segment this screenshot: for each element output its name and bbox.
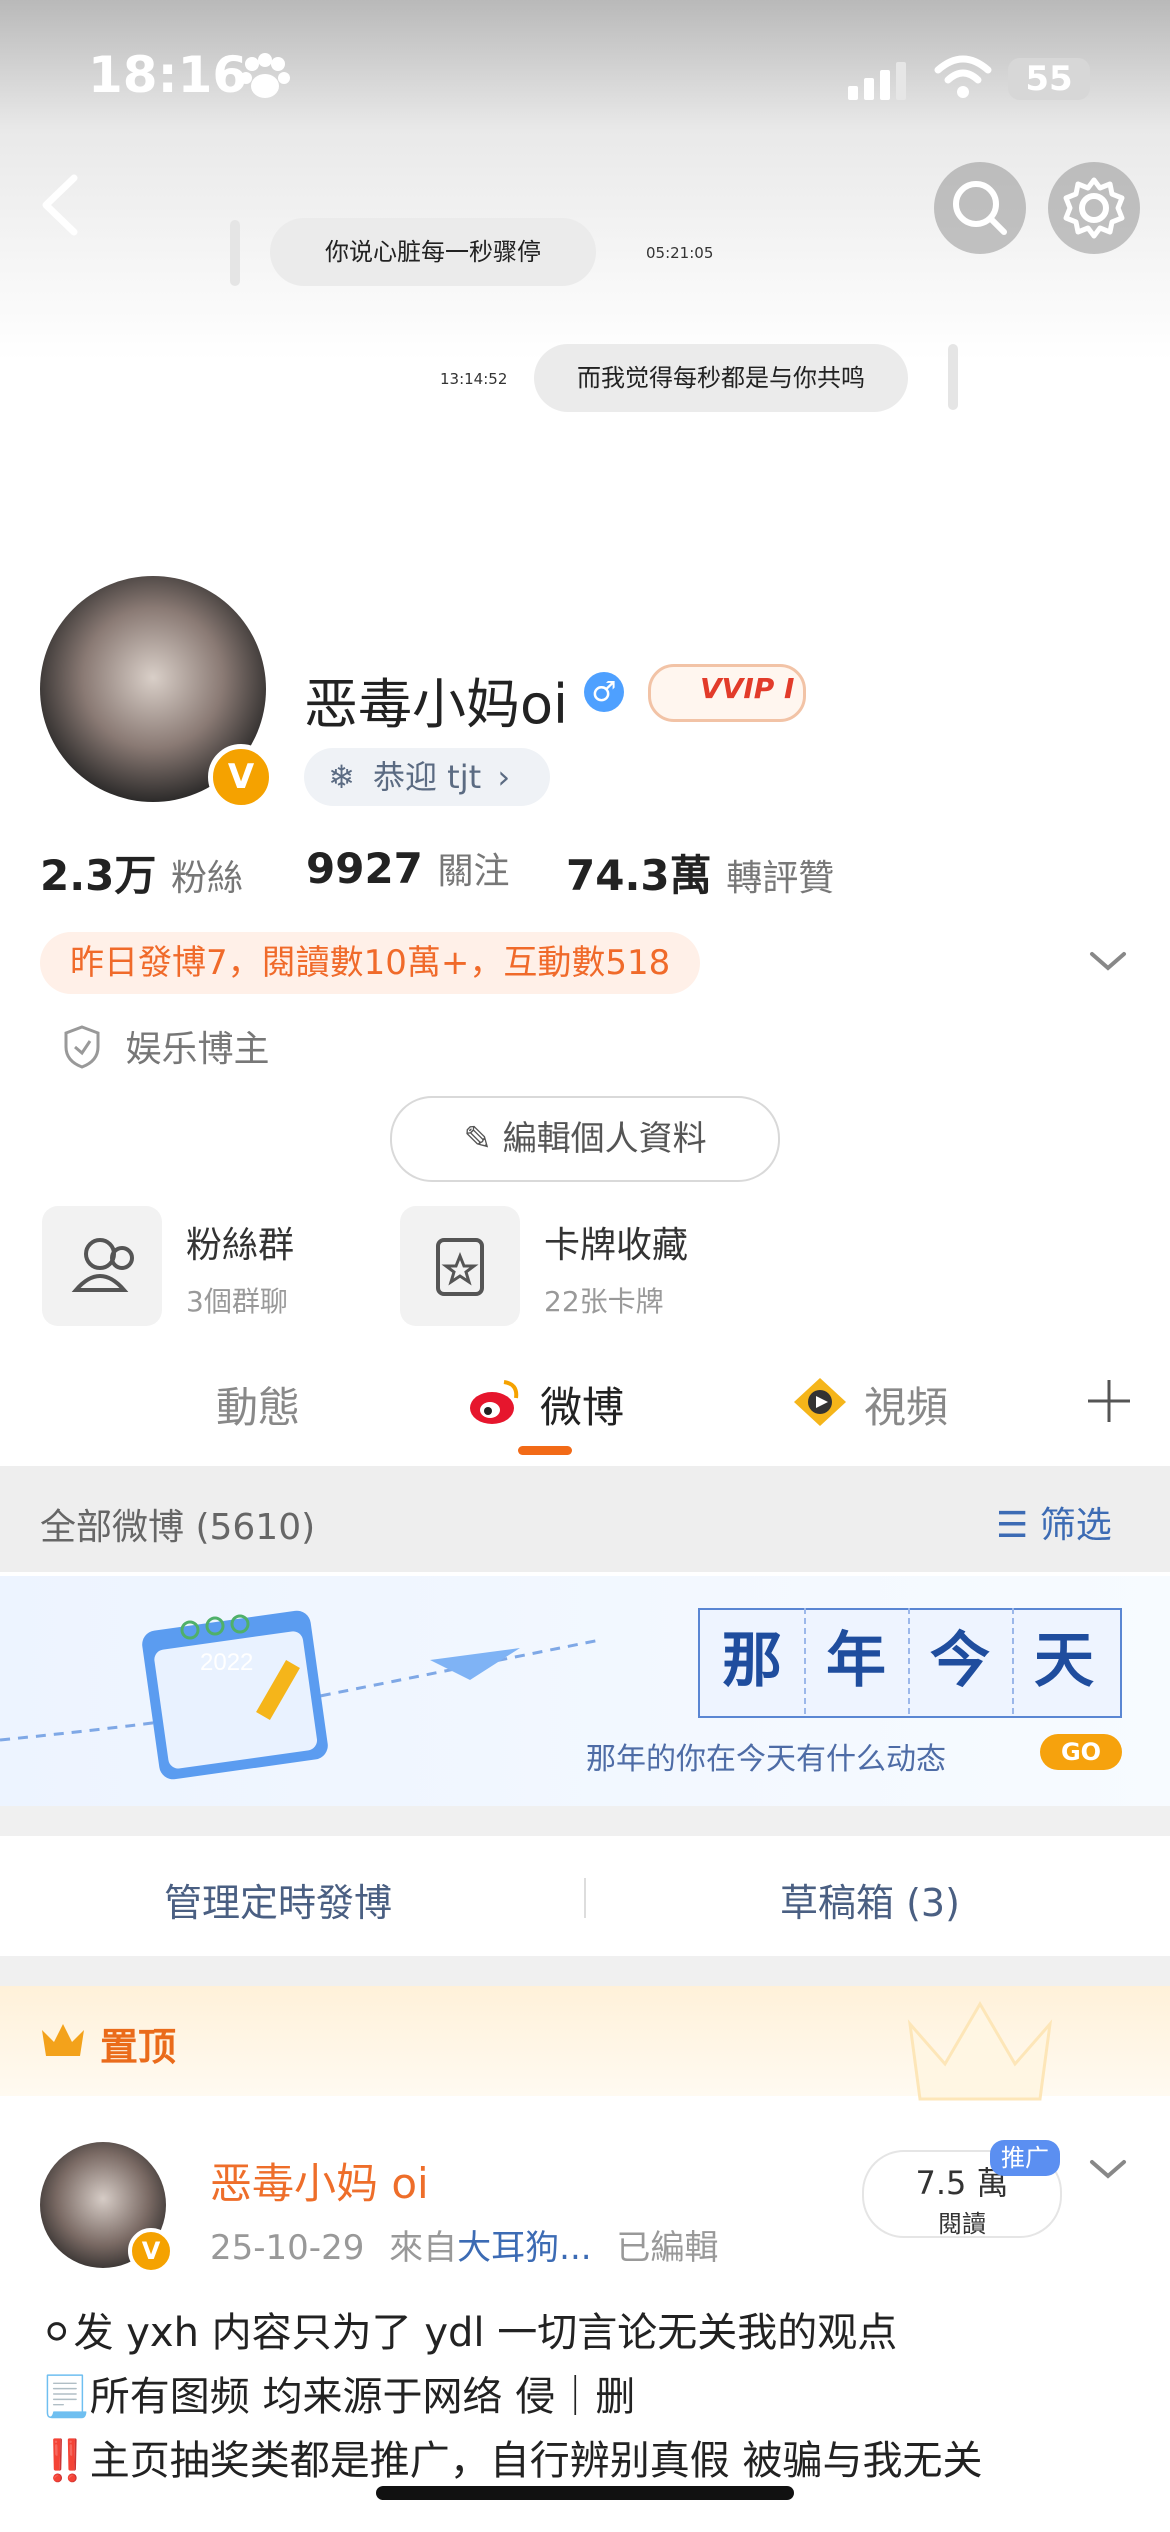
- banner-go-button[interactable]: GO: [1040, 1734, 1122, 1770]
- chevron-down-icon[interactable]: [1088, 946, 1128, 976]
- stat-value: 74.3萬: [566, 851, 712, 900]
- post-text-line: ⚪发 yxh 内容只为了 ydl 一切言论无关我的观点: [40, 2310, 898, 2356]
- stat-interactions[interactable]: 74.3萬 轉評贊: [566, 842, 834, 903]
- stat-label: 轉評贊: [726, 858, 835, 899]
- verified-badge-icon: V: [208, 744, 274, 810]
- yesterday-summary[interactable]: 昨日發博7，閱讀數10萬+，互動數518: [40, 932, 700, 994]
- tab-weibo[interactable]: 微博: [540, 1374, 624, 1435]
- stat-value: 2.3万: [40, 851, 157, 900]
- edit-profile-button[interactable]: ✎ 編輯個人資料: [390, 1096, 780, 1182]
- chat-bubble-right: 而我觉得每秒都是与你共鸣: [534, 344, 908, 412]
- stat-following[interactable]: 9927 關注: [306, 842, 510, 894]
- drafts-button[interactable]: 草稿箱 (3): [780, 1872, 960, 1927]
- scheduled-posts-button[interactable]: 管理定時發博: [164, 1872, 392, 1927]
- crown-watermark-icon: [907, 2001, 1053, 2101]
- section-divider: [0, 1806, 1170, 1836]
- edit-profile-label: 編輯個人資料: [502, 1119, 707, 1159]
- paw-icon: [240, 53, 290, 98]
- welcome-chip[interactable]: ❄ 恭迎 tjt ›: [304, 748, 550, 806]
- wifi-icon: [934, 55, 992, 98]
- status-time: 18:16: [88, 46, 248, 104]
- tab-dynamic[interactable]: 動態: [216, 1374, 300, 1435]
- post-text-line: 📃所有图频 均来源于网络 侵｜删: [40, 2374, 636, 2420]
- promo-badge[interactable]: 推广: [990, 2140, 1060, 2176]
- verified-badge-icon: V: [128, 2228, 174, 2274]
- profile-name: 恶毒小妈oi: [304, 673, 569, 736]
- post-source[interactable]: 大耳狗...: [457, 2228, 591, 2268]
- welcome-text: 恭迎 tjt: [372, 758, 482, 796]
- battery-indicator: 55: [1008, 58, 1090, 100]
- shield-icon: [64, 1025, 100, 1069]
- manage-divider: [584, 1878, 586, 1918]
- chevron-right-icon: ›: [497, 758, 511, 796]
- tab-active-indicator: [518, 1446, 572, 1455]
- video-icon: [794, 1378, 846, 1426]
- pencil-icon: ✎: [463, 1119, 492, 1159]
- fan-group-title[interactable]: 粉絲群: [186, 1216, 294, 1268]
- read-label: 閱讀: [938, 2210, 986, 2238]
- chat-divider: [948, 344, 958, 410]
- back-arrow-icon[interactable]: [30, 170, 90, 240]
- banner-char: 那: [700, 1608, 806, 1714]
- yesterday-text: 昨日發博7，閱讀數10萬+，互動數518: [70, 943, 671, 983]
- weibo-icon: [470, 1380, 519, 1424]
- chat-divider: [230, 220, 240, 286]
- chat-bubble-left: 你说心脏每一秒骤停: [270, 218, 596, 286]
- post-text-line: ‼️主页抽奖类都是推广，自行辨别真假 被骗与我无关: [40, 2438, 983, 2484]
- filter-button[interactable]: ☰ 筛选: [996, 1496, 1112, 1548]
- banner-char: 天: [1034, 1626, 1094, 1696]
- add-tab-icon[interactable]: [1086, 1378, 1132, 1424]
- banner-subtitle: 那年的你在今天有什么动态: [586, 1742, 946, 1777]
- card-collection-title[interactable]: 卡牌收藏: [544, 1216, 688, 1268]
- post-meta: 25-10-29 來自大耳狗... 已編輯: [210, 2220, 718, 2269]
- fan-group-sub: 3個群聊: [186, 1285, 288, 1318]
- post-edited: 已編輯: [616, 2228, 719, 2268]
- fan-group-icon[interactable]: [42, 1206, 162, 1326]
- section-divider: [0, 1956, 1170, 1986]
- calendar-illustration-icon: 2022: [0, 1610, 600, 1780]
- pinned-label: 置顶: [100, 2025, 177, 2069]
- card-collection-sub: 22张卡牌: [544, 1285, 664, 1318]
- snowflake-icon: ❄: [328, 758, 355, 796]
- creator-tag: 娱乐博主: [62, 1020, 269, 1072]
- chat-timestamp-right: 13:14:52: [440, 370, 508, 388]
- gear-icon: [1063, 177, 1125, 239]
- banner-char: 今: [908, 1608, 1014, 1714]
- post-from: 來自: [389, 2228, 458, 2268]
- chat-timestamp-left: 05:21:05: [646, 244, 714, 262]
- chevron-down-icon[interactable]: [1088, 2154, 1128, 2184]
- home-indicator: [376, 2486, 794, 2500]
- search-button[interactable]: [934, 162, 1026, 254]
- calendar-year-label: 2022: [200, 1649, 253, 1676]
- stat-label: 關注: [437, 851, 510, 892]
- stat-label: 粉絲: [171, 858, 244, 899]
- tab-video[interactable]: 視頻: [864, 1374, 948, 1435]
- settings-button[interactable]: [1048, 162, 1140, 254]
- sort-icon: ☰: [996, 1505, 1029, 1546]
- all-weibo-title: 全部微博 (5610): [40, 1507, 316, 1548]
- post-date: 25-10-29: [210, 2228, 365, 2268]
- male-icon: ♂: [584, 672, 624, 712]
- signal-icon: [848, 62, 906, 100]
- crown-icon: [42, 2024, 84, 2056]
- search-icon: [953, 181, 1007, 235]
- card-collection-icon[interactable]: [400, 1206, 520, 1326]
- stat-value: 9927: [306, 844, 423, 893]
- stat-fans[interactable]: 2.3万 粉絲: [40, 842, 243, 903]
- banner-char: 年: [804, 1608, 910, 1714]
- post-author-name[interactable]: 恶毒小妈 oi: [210, 2150, 429, 2211]
- creator-tag-text: 娱乐博主: [125, 1029, 270, 1070]
- vvip-label: VVIP I: [700, 672, 795, 705]
- filter-label: 筛选: [1039, 1505, 1112, 1546]
